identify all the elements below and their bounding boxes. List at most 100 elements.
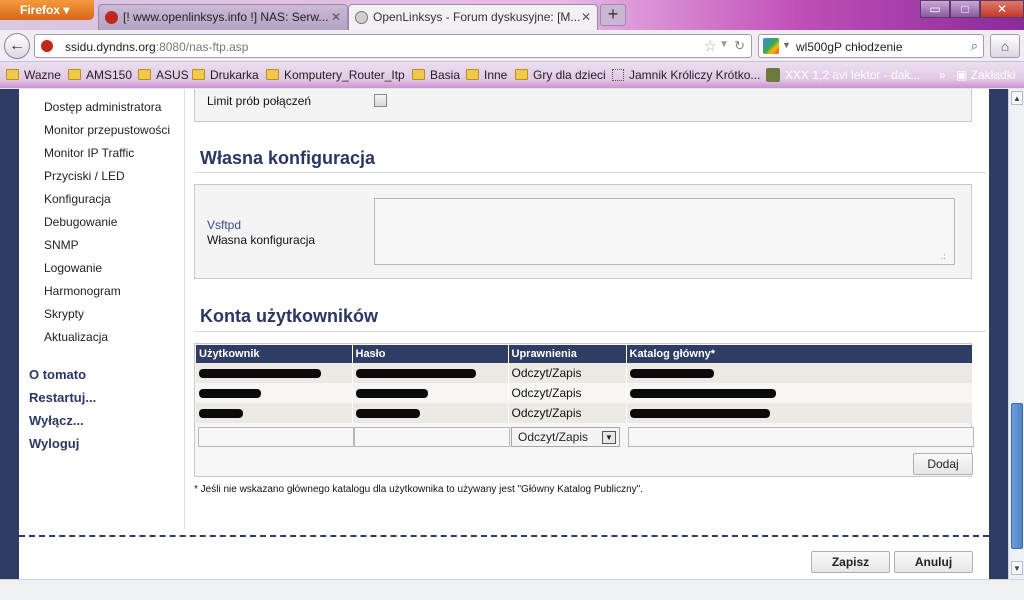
section-divider xyxy=(194,172,986,173)
redacted-home-dir xyxy=(626,383,973,403)
back-button[interactable]: ← xyxy=(4,33,30,59)
folder-icon xyxy=(68,69,81,80)
navigation-bar: ← ssidu.dyndns.org:8080/nas-ftp.asp ☆ ▼ … xyxy=(0,30,1024,62)
folder-icon xyxy=(138,69,151,80)
bookmark-folder[interactable]: Komputery_Router_Itp xyxy=(266,68,405,82)
resize-grip-icon[interactable]: .: xyxy=(941,253,951,261)
firefox-menu-button[interactable]: Firefox ▾ xyxy=(0,0,94,20)
folder-icon xyxy=(412,69,425,80)
sidebar-item-ip-traffic[interactable]: Monitor IP Traffic xyxy=(44,146,134,160)
sidebar-item-about[interactable]: O tomato xyxy=(29,367,86,382)
bookmark-folder[interactable]: Wazne xyxy=(6,68,61,82)
search-engine-dropdown-icon[interactable]: ▼ xyxy=(782,40,791,50)
bookmark-item[interactable]: XXX 1,2 avi lektor - dak... xyxy=(766,68,920,82)
new-permission-select[interactable]: Odczyt/Zapis ▼ xyxy=(511,427,620,447)
vertical-scrollbar[interactable]: ▲ ▼ xyxy=(1008,89,1024,579)
sidebar-item-scheduler[interactable]: Harmonogram xyxy=(44,284,121,298)
tab-openlinksys-nas[interactable]: [! www.openlinksys.info !] NAS: Serw... … xyxy=(98,4,348,30)
sidebar-item-bandwidth-monitor[interactable]: Monitor przepustowości xyxy=(44,123,170,137)
maximize-button[interactable]: □ xyxy=(950,0,980,18)
user-accounts-panel: Użytkownik Hasło Uprawnienia Katalog głó… xyxy=(194,343,974,477)
close-tab-icon[interactable]: ✕ xyxy=(331,10,341,24)
bookmarks-icon: ▣ xyxy=(956,68,971,82)
new-username-input[interactable] xyxy=(198,427,354,447)
search-icon[interactable]: ⌕ xyxy=(971,38,978,54)
bookmarks-overflow-button[interactable]: » xyxy=(939,68,946,82)
permission-select-value: Odczyt/Zapis xyxy=(518,430,589,444)
bookmarks-toolbar: Wazne AMS150 ASUS Drukarka Komputery_Rou… xyxy=(0,62,1024,88)
custom-config-label: Własna konfiguracja xyxy=(207,233,316,247)
custom-config-panel: Vsftpd Własna konfiguracja .: xyxy=(194,184,972,279)
sidebar-item-shutdown[interactable]: Wyłącz... xyxy=(29,413,84,428)
close-window-button[interactable]: ✕ xyxy=(980,0,1024,18)
sidebar-item-debugging[interactable]: Debugowanie xyxy=(44,215,117,229)
column-header-password: Hasło xyxy=(352,345,509,363)
user-accounts-table: Użytkownik Hasło Uprawnienia Katalog głó… xyxy=(196,345,973,423)
history-dropdown-icon[interactable]: ▼ xyxy=(719,39,729,50)
url-bar[interactable]: ssidu.dyndns.org:8080/nas-ftp.asp ☆ ▼ ↻ xyxy=(34,34,752,58)
sidebar-menu: Dostęp administratora Monitor przepustow… xyxy=(19,89,185,529)
bookmark-item[interactable]: Jamnik Króliczy Krótko... xyxy=(612,68,760,82)
sidebar-item-snmp[interactable]: SNMP xyxy=(44,238,79,252)
add-user-button[interactable]: Dodaj xyxy=(913,453,973,475)
sidebar-item-scripts[interactable]: Skrypty xyxy=(44,307,84,321)
new-home-dir-input[interactable] xyxy=(628,427,974,447)
minimize-button[interactable]: ▭ xyxy=(920,0,950,18)
folder-icon xyxy=(266,69,279,80)
movie-icon xyxy=(766,68,780,82)
sidebar-item-configuration[interactable]: Konfiguracja xyxy=(44,192,111,206)
redacted-username xyxy=(196,403,353,423)
permission-cell: Odczyt/Zapis xyxy=(508,403,627,423)
sidebar-item-upgrade[interactable]: Aktualizacja xyxy=(44,330,108,344)
limit-attempts-checkbox[interactable] xyxy=(374,94,387,107)
google-icon[interactable] xyxy=(763,38,779,54)
bookmark-folder[interactable]: Gry dla dzieci xyxy=(515,68,606,82)
bookmarks-menu-button[interactable]: ▣ Zakładki xyxy=(956,68,1015,82)
chevron-down-icon: ▼ xyxy=(602,431,616,444)
cancel-button[interactable]: Anuluj xyxy=(894,551,973,573)
permission-cell: Odczyt/Zapis xyxy=(508,383,627,403)
table-row[interactable]: Odczyt/Zapis xyxy=(196,403,973,423)
tab-openlinksys-forum[interactable]: OpenLinksys - Forum dyskusyjne: [M... ✕ xyxy=(348,4,598,30)
scroll-down-arrow-icon[interactable]: ▼ xyxy=(1011,561,1023,575)
action-bar: Zapisz Anuluj xyxy=(19,537,989,579)
custom-config-textarea[interactable]: .: xyxy=(374,198,955,265)
sidebar-item-logging[interactable]: Logowanie xyxy=(44,261,102,275)
table-header: Użytkownik Hasło Uprawnienia Katalog głó… xyxy=(196,345,973,363)
sidebar-item-admin-access[interactable]: Dostęp administratora xyxy=(44,100,161,114)
save-button[interactable]: Zapisz xyxy=(811,551,890,573)
redacted-home-dir xyxy=(626,363,973,383)
home-dir-footnote: * Jeśli nie wskazano głównego katalogu d… xyxy=(194,484,644,495)
sidebar-item-logout[interactable]: Wyloguj xyxy=(29,436,79,451)
redacted-password xyxy=(352,383,509,403)
sidebar-item-buttons-led[interactable]: Przyciski / LED xyxy=(44,169,125,183)
tab-title: [! www.openlinksys.info !] NAS: Serw... xyxy=(123,10,329,24)
bookmark-folder[interactable]: Drukarka xyxy=(192,68,259,82)
new-password-input[interactable] xyxy=(354,427,510,447)
scroll-up-arrow-icon[interactable]: ▲ xyxy=(1011,91,1023,105)
sidebar-item-reboot[interactable]: Restartuj... xyxy=(29,390,96,405)
bookmark-folder[interactable]: Basia xyxy=(412,68,460,82)
permission-cell: Odczyt/Zapis xyxy=(508,363,627,383)
bookmark-star-icon[interactable]: ☆ xyxy=(704,37,717,55)
new-tab-button[interactable]: + xyxy=(600,4,626,26)
page-border-left xyxy=(0,89,19,579)
bookmark-folder[interactable]: ASUS xyxy=(138,68,189,82)
reload-icon[interactable]: ↻ xyxy=(734,38,745,54)
vsftpd-link[interactable]: Vsftpd xyxy=(207,218,241,232)
search-query: wl500gP chłodzenie xyxy=(796,40,903,54)
page-border-right xyxy=(989,89,1008,579)
openlinksys-icon xyxy=(355,11,368,24)
table-row[interactable]: Odczyt/Zapis xyxy=(196,363,973,383)
search-bar[interactable]: ▼ wl500gP chłodzenie ⌕ xyxy=(758,34,984,58)
close-tab-icon[interactable]: ✕ xyxy=(581,10,591,24)
folder-icon xyxy=(6,69,19,80)
bookmark-folder[interactable]: Inne xyxy=(466,68,507,82)
scrollbar-thumb[interactable] xyxy=(1011,403,1023,549)
user-accounts-title: Konta użytkowników xyxy=(200,306,379,326)
bookmark-folder[interactable]: AMS150 xyxy=(68,68,132,82)
table-row[interactable]: Odczyt/Zapis xyxy=(196,383,973,403)
home-button[interactable]: ⌂ xyxy=(990,34,1020,58)
column-header-permissions: Uprawnienia xyxy=(508,345,627,363)
limit-attempts-label: Limit prób połączeń xyxy=(207,94,312,108)
